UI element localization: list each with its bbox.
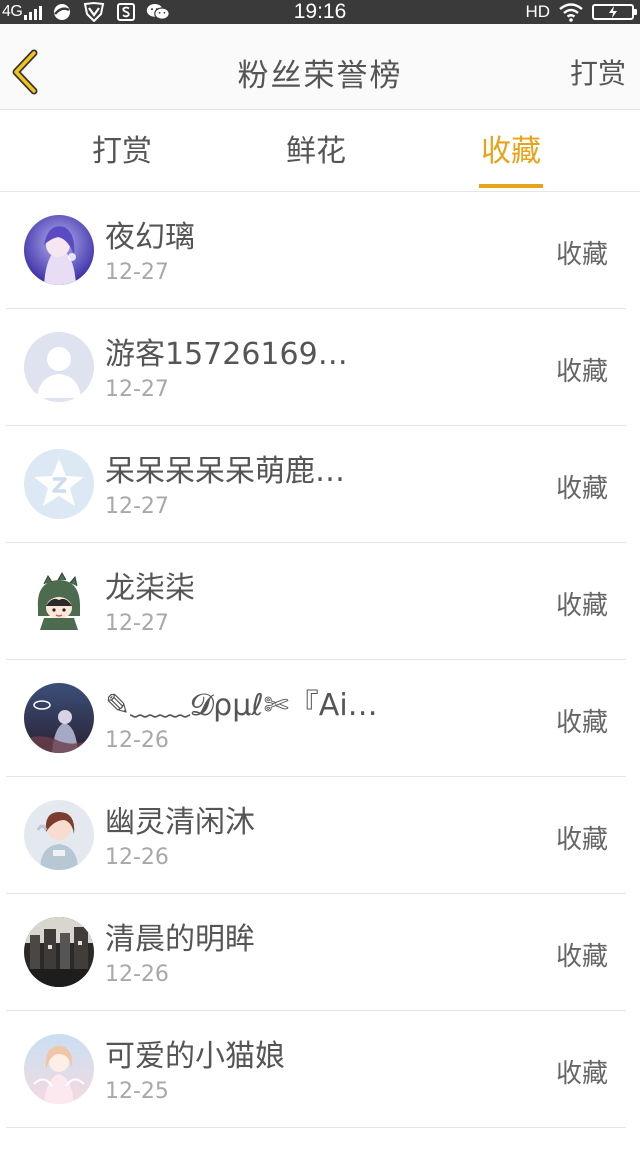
fan-date: 12-27 <box>105 377 169 402</box>
signal-icon <box>24 4 43 20</box>
list-item[interactable]: 游客15726169… 12-27 收藏 <box>0 309 640 426</box>
wechat-icon <box>146 2 171 22</box>
status-left: 4G <box>2 0 171 24</box>
fan-date: 12-26 <box>105 845 169 870</box>
fan-name: 夜幻璃 <box>105 220 195 255</box>
list-item[interactable]: 清晨的明眸 12-26 收藏 <box>0 894 640 1011</box>
page-title: 粉丝荣誉榜 <box>237 58 403 94</box>
fan-name: 游客15726169… <box>105 337 348 372</box>
avatar[interactable] <box>24 1034 94 1104</box>
list-item[interactable]: 龙柒柒 12-27 收藏 <box>0 543 640 660</box>
status-bar: 4G 19:16 HD <box>0 0 640 24</box>
shield-icon <box>82 2 106 22</box>
fan-date: 12-26 <box>105 962 169 987</box>
list-item[interactable]: 幽灵清闲沐 12-26 收藏 <box>0 777 640 894</box>
status-right: HD <box>525 0 637 24</box>
fan-date: 12-27 <box>105 494 169 519</box>
list-item[interactable]: 夜幻璃 12-27 收藏 <box>0 192 640 309</box>
action-label: 收藏 <box>555 825 608 855</box>
active-tab-indicator <box>479 184 543 188</box>
fan-name: 清晨的明眸 <box>105 922 255 957</box>
tab-bar: 打赏 鲜花 收藏 <box>0 110 640 192</box>
fan-date: 12-27 <box>105 260 169 285</box>
action-label: 收藏 <box>555 591 608 621</box>
tab-flowers[interactable]: 鲜花 <box>236 110 396 192</box>
fan-name: 幽灵清闲沐 <box>105 805 255 840</box>
fan-list: 夜幻璃 12-27 收藏 游客15726169… 12-27 收藏 呆呆呆呆呆萌… <box>0 192 640 1128</box>
fan-date: 12-27 <box>105 611 169 636</box>
fan-name: 呆呆呆呆呆萌鹿… <box>105 454 345 489</box>
battery-charging-icon <box>592 4 637 20</box>
list-item[interactable]: ✎﹏﹏𝓓ρμℓ✄『Ai… 12-26 收藏 <box>0 660 640 777</box>
tab-favorites[interactable]: 收藏 <box>431 110 591 192</box>
tab-label: 打赏 <box>92 134 152 169</box>
top-bar: 粉丝荣誉榜 打赏 <box>0 24 640 110</box>
list-item[interactable]: 呆呆呆呆呆萌鹿… 12-27 收藏 <box>0 426 640 543</box>
avatar[interactable] <box>24 215 94 285</box>
fan-name: 龙柒柒 <box>105 571 195 606</box>
browser-icon <box>50 2 74 22</box>
fan-date: 12-26 <box>105 728 169 753</box>
action-label: 收藏 <box>555 474 608 504</box>
fan-name: 可爱的小猫娘 <box>105 1039 285 1074</box>
tab-tip[interactable]: 打赏 <box>42 110 202 192</box>
hd-indicator: HD <box>525 2 550 21</box>
wifi-icon <box>558 2 584 22</box>
avatar[interactable] <box>24 449 94 519</box>
tab-label: 鲜花 <box>286 134 346 169</box>
fan-date: 12-25 <box>105 1079 169 1104</box>
list-item[interactable]: 可爱的小猫娘 12-25 收藏 <box>0 1011 640 1128</box>
fan-name: ✎﹏﹏𝓓ρμℓ✄『Ai… <box>105 688 378 723</box>
action-label: 收藏 <box>555 357 608 387</box>
avatar[interactable] <box>24 800 94 870</box>
action-label: 收藏 <box>555 942 608 972</box>
tip-button[interactable]: 打赏 <box>570 52 626 92</box>
avatar[interactable] <box>24 332 94 402</box>
s-app-icon <box>114 2 138 22</box>
network-type: 4G <box>2 3 23 20</box>
action-label: 收藏 <box>555 708 608 738</box>
tab-label: 收藏 <box>481 134 541 169</box>
action-label: 收藏 <box>555 1059 608 1089</box>
divider <box>6 1127 626 1128</box>
avatar[interactable] <box>24 683 94 753</box>
action-label: 收藏 <box>555 240 608 270</box>
avatar[interactable] <box>24 566 94 636</box>
avatar[interactable] <box>24 917 94 987</box>
